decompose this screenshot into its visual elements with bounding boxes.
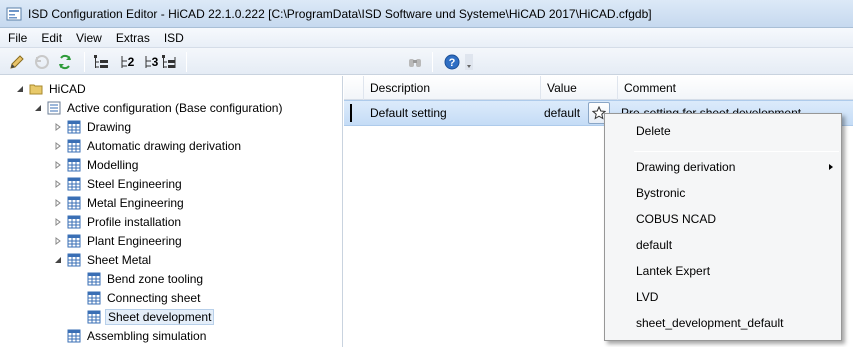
tree-node-assembling-simulation[interactable]: Assembling simulation — [67, 326, 208, 345]
toolbar-overflow-icon[interactable] — [465, 53, 473, 71]
undo-icon[interactable] — [33, 53, 51, 71]
app-icon — [6, 7, 22, 21]
cell-description[interactable]: Default setting — [364, 101, 541, 125]
tree-label: Assembling simulation — [87, 328, 207, 343]
menu-item-delete[interactable]: Delete — [605, 120, 841, 142]
table-icon — [67, 234, 81, 248]
expanded-arrow-icon[interactable] — [53, 255, 63, 265]
table-icon — [67, 253, 81, 267]
tree-label: Connecting sheet — [107, 290, 201, 305]
tree-level-2-icon[interactable]: 2 — [116, 53, 138, 71]
help-icon[interactable]: ? — [443, 53, 461, 71]
tree-label: Bend zone tooling — [107, 271, 204, 286]
table-icon — [87, 291, 101, 305]
tree-all-levels-icon[interactable] — [160, 53, 178, 71]
tree-node-active-configuration[interactable]: Active configuration (Base configuration… — [33, 98, 284, 117]
menu-bar: File Edit View Extras ISD — [0, 28, 853, 48]
grid-header: Description Value Comment — [344, 76, 853, 100]
tree-label: Sheet development — [105, 308, 215, 325]
value-context-menu: Delete Drawing derivation Bystronic COBU… — [604, 113, 842, 341]
column-value[interactable]: Value — [541, 76, 618, 100]
column-description[interactable]: Description — [364, 76, 541, 100]
menu-edit[interactable]: Edit — [34, 28, 69, 48]
toolbar-separator — [186, 52, 187, 72]
menu-item-option[interactable]: LVD — [605, 286, 841, 308]
column-comment[interactable]: Comment — [618, 76, 853, 100]
tree-node-sheet-development[interactable]: Sheet development — [87, 307, 215, 326]
tree-label: HiCAD — [49, 81, 86, 96]
row-cursor-marker — [350, 104, 352, 122]
tree-node-bend-zone-tooling[interactable]: Bend zone tooling — [87, 269, 205, 288]
tree-label: Modelling — [87, 157, 139, 172]
tree-node-plant-engineering[interactable]: Plant Engineering — [53, 231, 184, 250]
table-icon — [67, 329, 81, 343]
tree-label: Active configuration (Base configuration… — [67, 100, 283, 115]
row-header-column — [344, 76, 364, 100]
tree-label: Steel Engineering — [87, 176, 182, 191]
tree-node-profile-installation[interactable]: Profile installation — [53, 212, 183, 231]
collapsed-arrow-icon[interactable] — [53, 160, 63, 170]
menu-file[interactable]: File — [0, 28, 34, 48]
menu-item-option[interactable]: Lantek Expert — [605, 260, 841, 282]
tree-node-connecting-sheet[interactable]: Connecting sheet — [87, 288, 202, 307]
menu-item-option[interactable]: default — [605, 234, 841, 256]
menu-separator — [634, 151, 839, 152]
menu-item-label: Drawing derivation — [636, 160, 736, 174]
tree-node-modelling[interactable]: Modelling — [53, 155, 140, 174]
tree-label: Profile installation — [87, 214, 182, 229]
tree-label: Plant Engineering — [87, 233, 182, 248]
tree-level-3-icon[interactable]: 3 — [140, 53, 162, 71]
table-icon — [67, 120, 81, 134]
tree-label: Drawing — [87, 119, 132, 134]
tree-node-automatic-drawing-derivation[interactable]: Automatic drawing derivation — [53, 136, 243, 155]
expanded-arrow-icon[interactable] — [33, 103, 43, 113]
toolbar-separator — [84, 52, 85, 72]
tree-node-drawing[interactable]: Drawing — [53, 117, 133, 136]
cell-value[interactable]: default — [538, 101, 588, 125]
tree-label: Metal Engineering — [87, 195, 184, 210]
refresh-icon[interactable] — [56, 53, 74, 71]
menu-item-option[interactable]: Bystronic — [605, 182, 841, 204]
collapsed-arrow-icon[interactable] — [53, 236, 63, 246]
title-bar: ISD Configuration Editor - HiCAD 22.1.0.… — [0, 0, 853, 28]
collapsed-arrow-icon[interactable] — [53, 198, 63, 208]
menu-item-option[interactable]: COBUS NCAD — [605, 208, 841, 230]
menu-view[interactable]: View — [69, 28, 109, 48]
table-icon — [67, 215, 81, 229]
menu-extras[interactable]: Extras — [109, 28, 157, 48]
tree-node-steel-engineering[interactable]: Steel Engineering — [53, 174, 184, 193]
table-icon — [67, 196, 81, 210]
list-icon — [47, 101, 61, 115]
toolbar: 2 3 ? — [0, 48, 853, 75]
collapsed-arrow-icon[interactable] — [53, 179, 63, 189]
configuration-tree: HiCAD Active configuration (Base configu… — [0, 76, 343, 347]
tree-label: Automatic drawing derivation — [87, 138, 242, 153]
tree-node-hicad[interactable]: HiCAD — [15, 79, 88, 98]
menu-item-option[interactable]: sheet_development_default — [605, 312, 841, 334]
table-icon — [67, 158, 81, 172]
toolbar-separator — [432, 52, 433, 72]
table-icon — [87, 310, 101, 324]
table-icon — [67, 139, 81, 153]
window-title: ISD Configuration Editor - HiCAD 22.1.0.… — [28, 7, 652, 21]
collapsed-arrow-icon[interactable] — [53, 122, 63, 132]
edit-pencil-icon[interactable] — [8, 53, 26, 71]
tree-node-metal-engineering[interactable]: Metal Engineering — [53, 193, 186, 212]
submenu-arrow-icon — [829, 164, 833, 170]
table-icon — [67, 177, 81, 191]
collapsed-arrow-icon[interactable] — [53, 217, 63, 227]
svg-text:?: ? — [449, 57, 456, 69]
find-binoculars-icon[interactable] — [406, 53, 424, 71]
table-icon — [87, 272, 101, 286]
tree-level-1-icon[interactable] — [92, 53, 110, 71]
folder-icon — [29, 82, 43, 96]
expanded-arrow-icon[interactable] — [15, 84, 25, 94]
collapsed-arrow-icon[interactable] — [53, 141, 63, 151]
tree-label: Sheet Metal — [87, 252, 152, 267]
menu-isd[interactable]: ISD — [157, 28, 191, 48]
menu-item-drawing-derivation[interactable]: Drawing derivation — [605, 156, 841, 178]
tree-node-sheet-metal[interactable]: Sheet Metal — [53, 250, 153, 269]
